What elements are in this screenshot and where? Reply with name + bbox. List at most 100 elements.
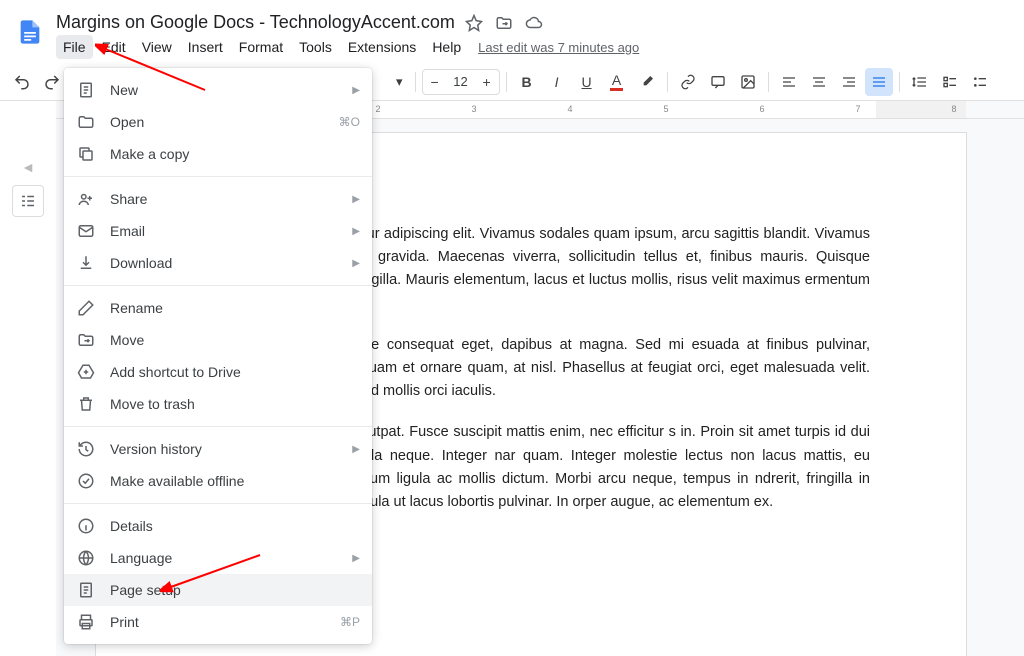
- submenu-arrow-icon: ▶: [352, 444, 360, 455]
- print-icon: [76, 612, 96, 632]
- checklist-button[interactable]: [936, 68, 964, 96]
- file-menu-download[interactable]: Download ▶: [64, 247, 372, 279]
- menu-item-label: Move to trash: [110, 396, 360, 412]
- bullet-list-button[interactable]: [966, 68, 994, 96]
- tab-marker[interactable]: ◄: [21, 159, 35, 175]
- menu-item-label: Email: [110, 223, 338, 239]
- file-menu-add-shortcut-to-drive[interactable]: Add shortcut to Drive: [64, 356, 372, 388]
- file-menu-new[interactable]: New▶: [64, 74, 372, 106]
- align-left-button[interactable]: [775, 68, 803, 96]
- comment-button[interactable]: [704, 68, 732, 96]
- undo-button[interactable]: [8, 68, 36, 96]
- menu-item-label: Make available offline: [110, 473, 360, 489]
- menu-item-label: Language: [110, 550, 338, 566]
- cloud-icon[interactable]: [525, 14, 543, 32]
- submenu-arrow-icon: ▶: [352, 553, 360, 564]
- font-dropdown[interactable]: ▾: [390, 72, 409, 92]
- menu-item-label: Rename: [110, 300, 360, 316]
- file-menu-dropdown: New▶Open⌘OMake a copyShare▶Email▶Downloa…: [64, 68, 372, 644]
- menu-extensions[interactable]: Extensions: [341, 35, 423, 59]
- align-justify-button[interactable]: [865, 68, 893, 96]
- menubar: File Edit View Insert Format Tools Exten…: [56, 33, 1012, 63]
- file-menu-email[interactable]: Email ▶: [64, 215, 372, 247]
- file-menu-print[interactable]: Print ⌘P: [64, 606, 372, 638]
- page-icon: [76, 580, 96, 600]
- share-icon: [76, 189, 96, 209]
- menu-item-label: Move: [110, 332, 360, 348]
- font-size-decrease[interactable]: −: [423, 70, 447, 94]
- menu-edit[interactable]: Edit: [95, 35, 133, 59]
- menu-item-label: Download: [110, 255, 338, 271]
- file-menu-move-to-trash[interactable]: Move to trash: [64, 388, 372, 420]
- folder-icon: [76, 112, 96, 132]
- align-right-button[interactable]: [835, 68, 863, 96]
- drive-add-icon: [76, 362, 96, 382]
- file-menu-rename[interactable]: Rename: [64, 292, 372, 324]
- redo-button[interactable]: [38, 68, 66, 96]
- outline-button[interactable]: [12, 185, 44, 217]
- file-menu-open[interactable]: Open ⌘O: [64, 106, 372, 138]
- globe-icon: [76, 548, 96, 568]
- menu-item-label: New: [110, 82, 338, 98]
- file-menu-move[interactable]: Move: [64, 324, 372, 356]
- menu-item-label: Make a copy: [110, 146, 360, 162]
- menu-shortcut: ⌘P: [340, 615, 360, 629]
- file-menu-details[interactable]: Details: [64, 510, 372, 542]
- menu-item-label: Open: [110, 114, 325, 130]
- star-icon[interactable]: [465, 14, 483, 32]
- image-button[interactable]: [734, 68, 762, 96]
- trash-icon: [76, 394, 96, 414]
- menu-item-label: Print: [110, 614, 326, 630]
- menu-help[interactable]: Help: [425, 35, 468, 59]
- move-icon[interactable]: [495, 14, 513, 32]
- doc-icon: [76, 80, 96, 100]
- font-size-control: − 12 +: [422, 69, 500, 95]
- underline-button[interactable]: U: [573, 68, 601, 96]
- menu-file[interactable]: File: [56, 35, 93, 59]
- font-size-value[interactable]: 12: [447, 74, 475, 89]
- italic-button[interactable]: I: [543, 68, 571, 96]
- menu-tools[interactable]: Tools: [292, 35, 339, 59]
- info-icon: [76, 516, 96, 536]
- menu-item-label: Add shortcut to Drive: [110, 364, 360, 380]
- last-edit-link[interactable]: Last edit was 7 minutes ago: [478, 40, 639, 55]
- menu-view[interactable]: View: [135, 35, 179, 59]
- menu-format[interactable]: Format: [232, 35, 290, 59]
- history-icon: [76, 439, 96, 459]
- submenu-arrow-icon: ▶: [352, 194, 360, 205]
- download-icon: [76, 253, 96, 273]
- menu-item-label: Page setup: [110, 582, 360, 598]
- text-color-button[interactable]: A: [603, 68, 631, 96]
- offline-icon: [76, 471, 96, 491]
- font-size-increase[interactable]: +: [475, 70, 499, 94]
- file-menu-version-history[interactable]: Version history ▶: [64, 433, 372, 465]
- submenu-arrow-icon: ▶: [352, 226, 360, 237]
- menu-item-label: Version history: [110, 441, 338, 457]
- docs-logo[interactable]: [12, 8, 48, 56]
- copy-icon: [76, 144, 96, 164]
- menu-separator: [64, 426, 372, 427]
- file-menu-make-available-offline[interactable]: Make available offline: [64, 465, 372, 497]
- menu-shortcut: ⌘O: [339, 115, 360, 129]
- align-center-button[interactable]: [805, 68, 833, 96]
- file-menu-share[interactable]: Share ▶: [64, 183, 372, 215]
- bold-button[interactable]: B: [513, 68, 541, 96]
- menu-separator: [64, 285, 372, 286]
- submenu-arrow-icon: ▶: [352, 258, 360, 269]
- menu-insert[interactable]: Insert: [181, 35, 230, 59]
- menu-separator: [64, 176, 372, 177]
- rename-icon: [76, 298, 96, 318]
- file-menu-language[interactable]: Language ▶: [64, 542, 372, 574]
- menu-item-label: Share: [110, 191, 338, 207]
- document-title[interactable]: Margins on Google Docs - TechnologyAccen…: [56, 12, 455, 33]
- mail-icon: [76, 221, 96, 241]
- move-icon: [76, 330, 96, 350]
- file-menu-page-setup[interactable]: Page setup: [64, 574, 372, 606]
- app-header: Margins on Google Docs - TechnologyAccen…: [0, 0, 1024, 63]
- menu-separator: [64, 503, 372, 504]
- line-spacing-button[interactable]: [906, 68, 934, 96]
- menu-item-label: Details: [110, 518, 360, 534]
- highlight-button[interactable]: [633, 68, 661, 96]
- file-menu-make-a-copy[interactable]: Make a copy: [64, 138, 372, 170]
- link-button[interactable]: [674, 68, 702, 96]
